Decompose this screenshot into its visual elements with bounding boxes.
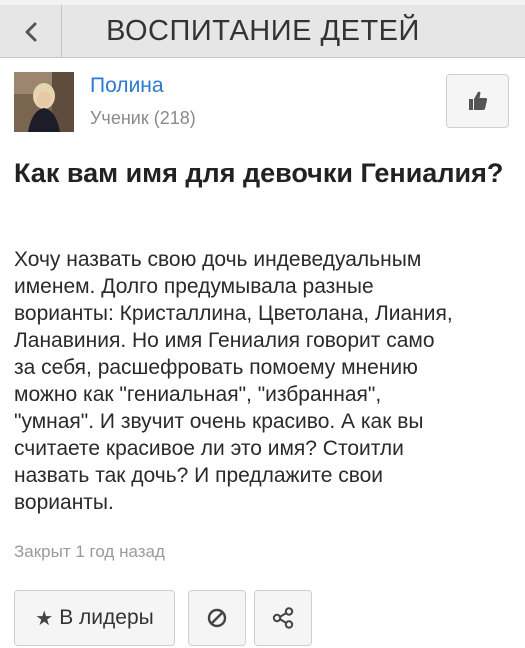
star-icon: ★ — [35, 607, 54, 630]
share-icon — [272, 607, 294, 629]
to-leaders-button[interactable]: ★ В лидеры — [14, 590, 175, 646]
question-body: Хочу назвать свою дочь индеведуальным им… — [14, 248, 453, 514]
category-title: ВОСПИТАНИЕ ДЕТЕЙ — [106, 15, 420, 47]
author-name-link[interactable]: Полина — [90, 74, 164, 98]
chevron-left-icon — [25, 22, 36, 41]
author-rank: Ученик (218) — [90, 108, 196, 128]
back-button[interactable] — [0, 5, 62, 58]
question-title: Как вам имя для девочки Гениалия? — [14, 158, 504, 188]
thumbs-up-icon — [468, 91, 487, 110]
block-icon — [207, 608, 227, 628]
block-button[interactable] — [188, 590, 246, 646]
to-leaders-label: В лидеры — [59, 606, 154, 629]
share-button[interactable] — [254, 590, 312, 646]
avatar[interactable] — [14, 72, 74, 132]
avatar-image — [14, 72, 74, 132]
like-button[interactable] — [446, 74, 509, 128]
question-status: Закрыт 1 год назад — [14, 542, 165, 561]
app-header: ВОСПИТАНИЕ ДЕТЕЙ — [0, 0, 525, 58]
author-block: Полина Ученик (218) — [14, 72, 511, 132]
